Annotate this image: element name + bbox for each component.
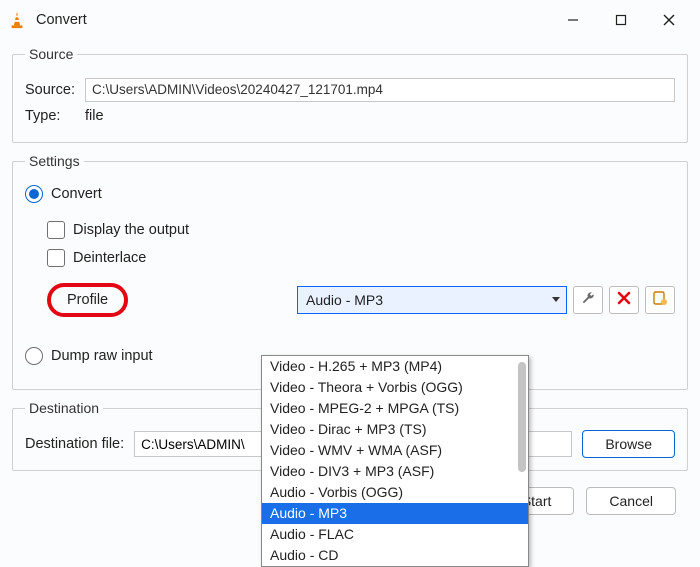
new-profile-button[interactable] [645,286,675,314]
close-button[interactable] [646,4,692,36]
source-value-field[interactable]: C:\Users\ADMIN\Videos\20240427_121701.mp… [85,78,675,102]
profile-option[interactable]: Audio - Vorbis (OGG) [262,482,528,503]
profile-option[interactable]: Video - DIV3 + MP3 (ASF) [262,461,528,482]
source-group: Source Source: C:\Users\ADMIN\Videos\202… [12,46,688,143]
source-legend: Source [25,46,77,62]
chevron-down-icon [550,292,562,308]
dump-raw-radio[interactable] [25,347,43,365]
type-label: Type: [25,108,85,124]
settings-legend: Settings [25,153,84,169]
deinterlace-label: Deinterlace [73,250,146,266]
profile-option[interactable]: Video - Dirac + MP3 (TS) [262,419,528,440]
minimize-button[interactable] [550,4,596,36]
profile-option[interactable]: Video - MPEG-2 + MPGA (TS) [262,398,528,419]
convert-radio[interactable] [25,185,43,203]
profile-combobox-value: Audio - MP3 [306,292,383,308]
type-value: file [85,108,104,124]
destination-legend: Destination [25,400,103,416]
profile-label: Profile [67,292,108,308]
browse-button[interactable]: Browse [582,430,675,458]
destination-file-label: Destination file: [25,436,124,452]
profile-option[interactable]: Video - WMV + WMA (ASF) [262,440,528,461]
delete-profile-button[interactable] [609,286,639,314]
profile-option[interactable]: Audio - CD [262,545,528,566]
x-red-icon [616,290,632,311]
display-output-checkbox[interactable] [47,221,65,239]
cancel-button[interactable]: Cancel [586,487,676,515]
profile-option[interactable]: Audio - FLAC [262,524,528,545]
source-label: Source: [25,82,85,98]
profile-dropdown-list[interactable]: Video - H.265 + MP3 (MP4)Video - Theora … [261,355,529,567]
vlc-cone-icon [8,11,26,29]
titlebar: Convert [0,0,700,40]
profile-highlight: Profile [47,283,128,317]
dump-raw-label: Dump raw input [51,348,153,364]
profile-option[interactable]: Video - H.265 + MP3 (MP4) [262,356,528,377]
new-profile-icon [652,290,668,311]
convert-radio-label: Convert [51,186,102,202]
wrench-icon [580,290,596,311]
window-title: Convert [36,12,87,28]
maximize-button[interactable] [598,4,644,36]
display-output-label: Display the output [73,222,189,238]
edit-profile-button[interactable] [573,286,603,314]
dropdown-scrollbar[interactable] [518,362,526,472]
window-controls [550,4,692,36]
profile-option[interactable]: Audio - MP3 [262,503,528,524]
profile-option[interactable]: Video - Theora + Vorbis (OGG) [262,377,528,398]
deinterlace-checkbox[interactable] [47,249,65,267]
profile-combobox[interactable]: Audio - MP3 [297,286,567,314]
